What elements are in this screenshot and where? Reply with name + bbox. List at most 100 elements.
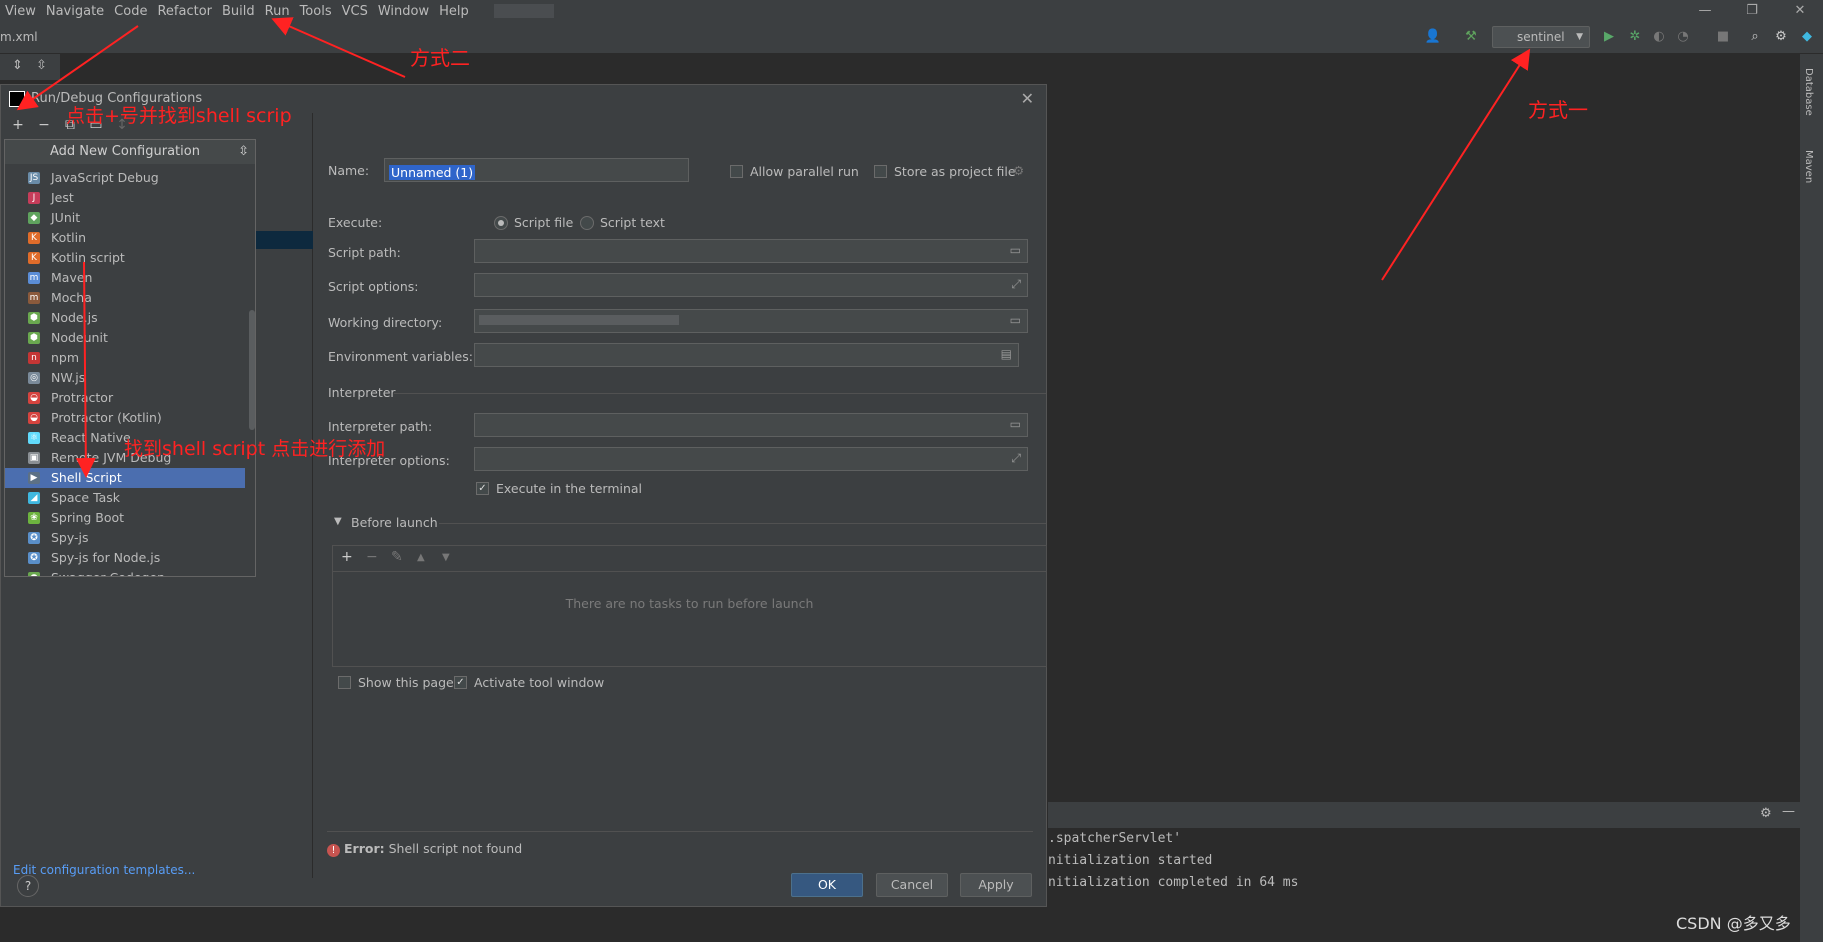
config-type-item[interactable]: ▶ Shell Script	[5, 468, 245, 488]
plugin-icon[interactable]: ◆	[1798, 28, 1816, 46]
file-tab[interactable]: m.xml	[0, 30, 38, 44]
remove-task-icon[interactable]: −	[366, 549, 378, 565]
config-type-item[interactable]: ❀ Spring Boot	[5, 508, 245, 528]
interpreter-options-input[interactable]: ⤢	[474, 447, 1028, 471]
before-launch-label[interactable]: Before launch	[351, 515, 438, 530]
run-icon[interactable]: ▶	[1600, 28, 1618, 46]
allow-parallel-checkbox[interactable]	[730, 165, 743, 178]
database-tab[interactable]: Database	[1803, 68, 1814, 116]
show-page-checkbox[interactable]	[338, 676, 351, 689]
nodejs-icon: ⬢	[28, 312, 40, 324]
maven-tab[interactable]: Maven	[1803, 150, 1814, 183]
config-type-item[interactable]: JS JavaScript Debug	[5, 168, 245, 188]
edit-env-icon[interactable]: ▤	[1001, 347, 1012, 361]
working-dir-input[interactable]: ▭	[474, 309, 1028, 333]
menu-refactor[interactable]: Refactor	[152, 4, 217, 19]
search-icon[interactable]: ⌕	[1746, 28, 1764, 46]
config-type-label: Protractor (Kotlin)	[51, 410, 162, 425]
config-type-item[interactable]: ✪ Spy-js	[5, 528, 245, 548]
browse-folder-icon[interactable]: ▭	[1010, 313, 1021, 327]
config-type-item[interactable]: ⬢ Nodeunit	[5, 328, 245, 348]
menu-tools[interactable]: Tools	[295, 4, 337, 19]
spy-js-node-icon: ✪	[28, 552, 40, 564]
profile-icon[interactable]: ◔	[1674, 28, 1692, 46]
coverage-icon[interactable]: ◐	[1650, 28, 1668, 46]
restore-icon[interactable]: ❐	[1737, 0, 1767, 22]
menu-vcs[interactable]: VCS	[337, 4, 373, 19]
console-toolbar: ⚙ —	[1048, 802, 1800, 828]
popup-scrollbar[interactable]	[249, 310, 255, 430]
env-vars-input[interactable]: ▤	[474, 343, 1019, 367]
console-minimize-icon[interactable]: —	[1782, 804, 1795, 819]
browse-folder-icon[interactable]: ▭	[1010, 243, 1021, 257]
script-path-input[interactable]: ▭	[474, 239, 1028, 263]
menu-run[interactable]: Run	[260, 4, 295, 19]
config-type-label: React Native	[51, 430, 131, 445]
chevron-down-icon[interactable]: ▼	[334, 516, 342, 527]
close-window-icon[interactable]: ✕	[1785, 0, 1815, 22]
gear-icon[interactable]: ⚙	[1772, 28, 1790, 46]
selected-config-row[interactable]	[255, 231, 313, 249]
collapse-all-icon[interactable]: ⇳	[36, 58, 47, 73]
config-type-item[interactable]: ◎ NW.js	[5, 368, 245, 388]
menu-code[interactable]: Code	[109, 4, 152, 19]
move-up-icon[interactable]: ▲	[417, 552, 425, 563]
config-type-item[interactable]: m Maven	[5, 268, 245, 288]
help-button[interactable]: ?	[17, 875, 39, 897]
config-type-item[interactable]: ◒ Protractor (Kotlin)	[5, 408, 245, 428]
edit-templates-link[interactable]: Edit configuration templates...	[13, 863, 195, 877]
close-icon[interactable]: ✕	[1021, 89, 1034, 108]
name-input[interactable]: Unnamed (1)	[384, 158, 689, 182]
build-hammer-icon[interactable]: ⚒	[1462, 28, 1480, 46]
expand-all-icon[interactable]: ⇕	[12, 58, 23, 73]
user-icon[interactable]: 👤	[1424, 28, 1442, 46]
config-type-item[interactable]: K Kotlin script	[5, 248, 245, 268]
edit-task-icon[interactable]: ✎	[391, 549, 403, 565]
config-type-item[interactable]: m Mocha	[5, 288, 245, 308]
expand-icon[interactable]: ⤢	[1011, 451, 1021, 466]
script-file-radio[interactable]	[494, 216, 508, 230]
before-launch-panel: + − ✎ ▲ ▼ There are no tasks to run befo…	[332, 545, 1047, 667]
config-type-item[interactable]: ◆ JUnit	[5, 208, 245, 228]
settings-gear-icon[interactable]: ⚙	[1013, 163, 1024, 178]
interpreter-path-input[interactable]: ▭	[474, 413, 1028, 437]
annotation-find-shell: 找到shell script 点击进行添加	[124, 438, 386, 460]
config-type-label: Nodeunit	[51, 330, 108, 345]
maven-icon: m	[28, 272, 40, 284]
cancel-button[interactable]: Cancel	[876, 873, 948, 897]
browse-folder-icon[interactable]: ▭	[1010, 417, 1021, 431]
menu-navigate[interactable]: Navigate	[41, 4, 109, 19]
execute-terminal-checkbox[interactable]: ✓	[476, 482, 489, 495]
jest-icon: J	[28, 192, 40, 204]
stop-icon[interactable]: ■	[1714, 28, 1732, 46]
menu-build[interactable]: Build	[217, 4, 260, 19]
config-type-item[interactable]: ◒ Protractor	[5, 388, 245, 408]
apply-button[interactable]: Apply	[960, 873, 1032, 897]
config-type-item[interactable]: ◢ Space Task	[5, 488, 245, 508]
menu-view[interactable]: View	[0, 4, 41, 19]
config-type-item[interactable]: ●Swagger Codegen	[5, 568, 245, 576]
store-project-checkbox[interactable]	[874, 165, 887, 178]
add-icon[interactable]: +	[9, 117, 27, 139]
config-type-item[interactable]: n npm	[5, 348, 245, 368]
console-gear-icon[interactable]: ⚙	[1760, 806, 1772, 821]
add-task-icon[interactable]: +	[341, 549, 353, 565]
ok-button[interactable]: OK	[791, 873, 863, 897]
run-config-selector[interactable]: sentinel ▼	[1492, 26, 1590, 48]
script-text-radio[interactable]	[580, 216, 594, 230]
expand-icon[interactable]: ⤢	[1011, 277, 1021, 292]
script-options-input[interactable]: ⤢	[474, 273, 1028, 297]
move-down-icon[interactable]: ▼	[442, 552, 450, 563]
config-type-item[interactable]: ✪ Spy-js for Node.js	[5, 548, 245, 568]
menu-window[interactable]: Window	[373, 4, 434, 19]
error-message: ! Error: Shell script not found	[327, 841, 522, 857]
collapse-icon[interactable]: ⇳	[238, 140, 249, 164]
menu-help[interactable]: Help	[434, 4, 474, 19]
minimize-icon[interactable]: —	[1690, 0, 1720, 22]
config-type-item[interactable]: K Kotlin	[5, 228, 245, 248]
debug-icon[interactable]: ✲	[1626, 28, 1644, 46]
remove-icon[interactable]: −	[35, 117, 53, 139]
config-type-item[interactable]: J Jest	[5, 188, 245, 208]
activate-tool-checkbox[interactable]: ✓	[454, 676, 467, 689]
config-type-item[interactable]: ⬢ Node.js	[5, 308, 245, 328]
